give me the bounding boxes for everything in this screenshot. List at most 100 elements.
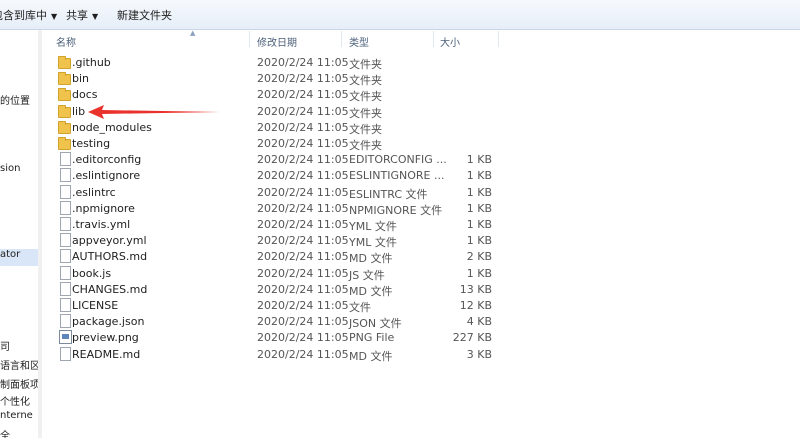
nav-item[interactable]: 司 [0,338,10,353]
file-date: 2020/2/24 11:05 [257,266,349,280]
file-icon [60,249,71,264]
file-size: 1 KB [466,153,492,167]
file-name: bin [72,72,90,86]
new-folder-label: 新建文件夹 [117,9,172,22]
nav-item[interactable]: sion [0,163,20,174]
file-row[interactable]: preview.png 2020/2/24 11:05 PNG File 227 KB [42,329,502,345]
file-date: 2020/2/24 11:05 [257,104,349,118]
file-icon [60,168,71,183]
file-size: 3 KB [466,347,492,361]
column-divider[interactable] [249,31,250,47]
column-divider[interactable] [433,31,434,47]
file-row[interactable]: .editorconfig 2020/2/24 11:05 EDITORCONFIG… [42,151,502,167]
file-row[interactable]: LICENSE 2020/2/24 11:05 文件 12 KB [42,297,502,314]
folder-icon [58,120,71,134]
file-row[interactable]: .eslintrc 2020/2/24 11:05 ESLINTRC 文件 1 KB [42,184,502,201]
folder-icon [58,104,71,118]
file-size: 4 KB [466,315,492,329]
nav-item-selected[interactable]: ator [0,249,38,266]
annotation-arrow-icon [88,105,220,119]
file-date: 2020/2/24 11:05 [257,169,349,183]
file-row[interactable]: node_modules 2020/2/24 11:05 文件夹 [42,119,502,136]
nav-item[interactable]: 制面板项 [0,376,39,391]
new-folder-button[interactable]: 新建文件夹 [117,7,172,23]
file-name: lib [72,104,86,118]
file-icon [60,281,71,296]
column-divider[interactable] [341,31,342,47]
file-name: package.json [72,315,145,329]
sort-up-icon: ▲ [190,29,196,37]
file-date: 2020/2/24 11:05 [257,56,349,69]
file-icon [60,298,71,312]
file-row[interactable]: package.json 2020/2/24 11:05 JSON 文件 4 KB [42,313,502,330]
file-type: ESLINTIGNORE ... [349,169,445,183]
file-date: 2020/2/24 11:05 [257,72,349,86]
file-icon [60,233,71,248]
file-date: 2020/2/24 11:05 [257,201,349,215]
file-type: MD 文件 [349,349,393,363]
file-icon [60,217,71,231]
nav-item[interactable]: 的位置 [0,92,30,107]
nav-item-label: 语言和区 [0,361,39,372]
file-name: appveyor.yml [72,234,147,248]
file-name: preview.png [72,331,139,345]
include-in-library-button[interactable]: 包含到库中 ▼ [0,7,57,23]
file-row[interactable]: README.md 2020/2/24 11:05 MD 文件 3 KB [42,346,502,363]
share-button[interactable]: 共享 ▼ [66,7,98,23]
file-row[interactable]: appveyor.yml 2020/2/24 11:05 YML 文件 1 KB [42,232,502,249]
file-row[interactable]: docs 2020/2/24 11:05 文件夹 [42,86,502,103]
file-row[interactable]: CHANGES.md 2020/2/24 11:05 MD 文件 13 KB [42,281,502,298]
file-name: .npmignore [72,201,135,215]
navigation-pane: 的位置 sion ator 司 语言和区 制面板项 个性化 nterne 全 [0,30,39,438]
file-date: 2020/2/24 11:05 [257,315,349,329]
file-icon [60,314,71,329]
image-file-icon [59,330,72,345]
file-icon [60,346,71,361]
file-row[interactable]: .github 2020/2/24 11:05 文件夹 [42,54,502,71]
file-date: 2020/2/24 11:05 [257,153,349,167]
nav-item[interactable]: 个性化 [0,393,30,408]
folder-icon [58,72,71,86]
file-name: .travis.yml [72,218,131,231]
nav-item-label: nterne [0,410,33,421]
file-type: EDITORCONFIG ... [349,153,447,167]
file-name: LICENSE [72,299,119,312]
nav-item[interactable]: 全 [0,427,10,438]
chevron-down-icon: ▼ [51,12,58,21]
file-row[interactable]: book.js 2020/2/24 11:05 JS 文件 1 KB [42,265,502,282]
file-row[interactable]: .eslintignore 2020/2/24 11:05 ESLINTIGNORE… [42,167,502,183]
nav-item-label: 全 [0,431,10,438]
file-size: 1 KB [466,185,492,199]
file-size: 1 KB [466,169,492,183]
file-icon [60,152,71,167]
column-date[interactable]: 修改日期 [257,34,297,49]
nav-item[interactable]: 语言和区 [0,357,39,372]
nav-item-label: sion [0,163,21,174]
file-date: 2020/2/24 11:05 [257,234,349,248]
file-name: .editorconfig [72,153,142,167]
file-date: 2020/2/24 11:05 [257,299,349,312]
file-date: 2020/2/24 11:05 [257,218,349,231]
column-type[interactable]: 类型 [349,34,369,49]
file-name: .eslintrc [72,185,116,199]
chevron-down-icon: ▼ [92,12,99,21]
file-type: PNG File [349,331,395,345]
file-name: testing [72,137,111,150]
file-row[interactable]: .npmignore 2020/2/24 11:05 NPMIGNORE 文件 1 K… [42,200,502,217]
nav-item-label: 制面板项 [0,380,39,391]
file-row[interactable]: AUTHORS.md 2020/2/24 11:05 MD 文件 2 KB [42,248,502,265]
column-name[interactable]: 名称 [56,34,76,49]
file-row[interactable]: testing 2020/2/24 11:05 文件夹 [42,135,502,152]
nav-item[interactable]: nterne [0,410,33,421]
nav-item-label: 个性化 [0,397,30,408]
folder-icon [58,56,71,69]
column-size[interactable]: 大小 [440,34,460,49]
include-in-library-label: 包含到库中 [0,9,47,22]
file-row[interactable]: .travis.yml 2020/2/24 11:05 YML 文件 1 KB [42,216,502,233]
column-divider[interactable] [498,31,499,47]
file-date: 2020/2/24 11:05 [257,250,349,264]
share-label: 共享 [66,9,88,22]
file-date: 2020/2/24 11:05 [257,88,349,102]
file-row[interactable]: bin 2020/2/24 11:05 文件夹 [42,70,502,87]
folder-icon [58,137,71,150]
